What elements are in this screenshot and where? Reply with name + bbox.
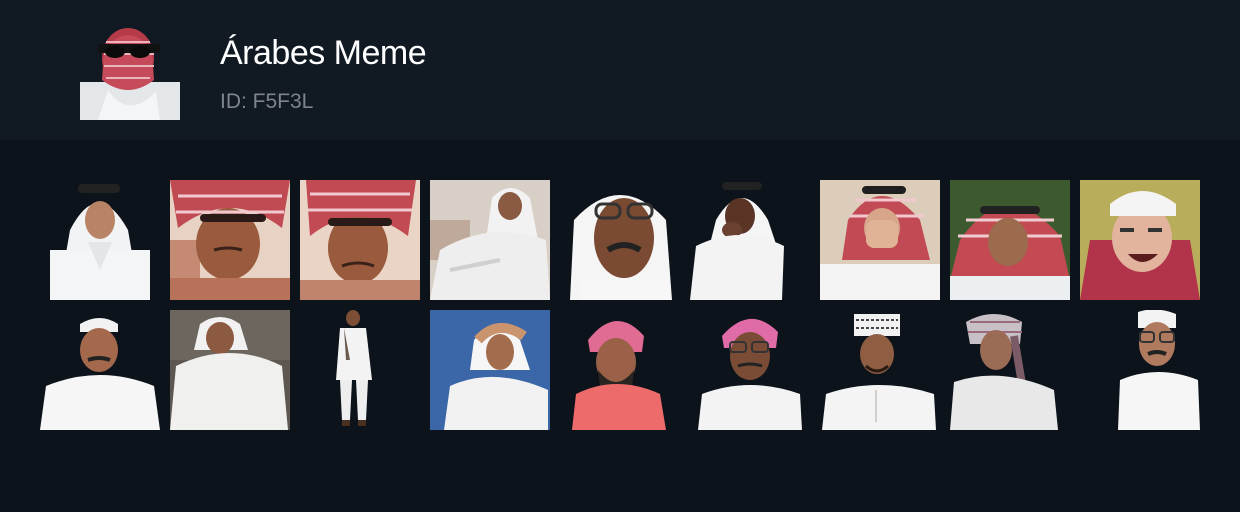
pack-id: ID: F5F3L [220, 90, 314, 113]
sticker-13[interactable] [430, 310, 550, 430]
sticker-4[interactable] [430, 180, 550, 300]
sticker-14[interactable] [560, 310, 680, 430]
sticker-12[interactable] [300, 310, 420, 430]
pack-title: Árabes Meme [220, 34, 427, 72]
sticker-8[interactable] [950, 180, 1070, 300]
sticker-2[interactable] [170, 180, 290, 300]
sticker-10[interactable] [40, 310, 160, 430]
sticker-16[interactable] [820, 310, 940, 430]
sticker-15[interactable] [690, 310, 810, 430]
sticker-18[interactable] [1080, 310, 1200, 430]
pack-thumbnail-image [80, 20, 180, 120]
sticker-3[interactable] [300, 180, 420, 300]
sticker-9[interactable] [1080, 180, 1200, 300]
sticker-1[interactable] [40, 180, 160, 300]
sticker-5[interactable] [560, 180, 680, 300]
sticker-11[interactable] [170, 310, 290, 430]
sticker-grid [0, 140, 1240, 512]
pack-header: Árabes Meme ID: F5F3L [0, 0, 1240, 140]
sticker-17[interactable] [950, 310, 1070, 430]
sticker-6[interactable] [690, 180, 810, 300]
sticker-7[interactable] [820, 180, 940, 300]
